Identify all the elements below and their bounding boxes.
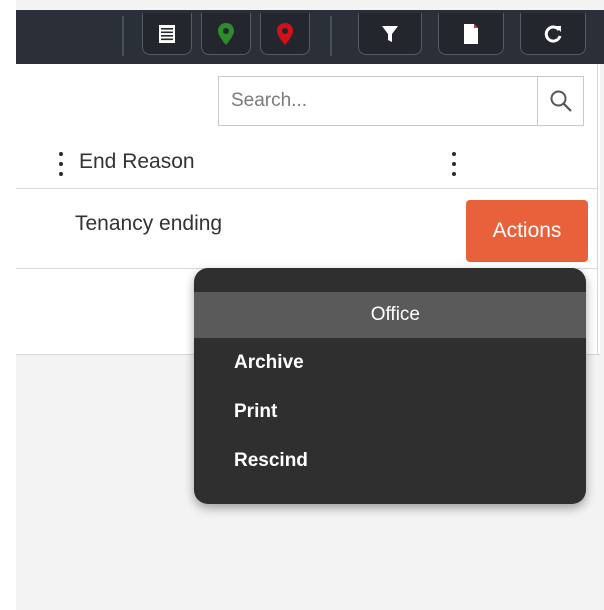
list-view-button[interactable] [142,13,192,55]
list-icon [159,24,175,43]
red-pin-button[interactable] [260,13,310,55]
menu-item-print[interactable]: Print [234,401,277,423]
toolbar-separator [122,16,124,56]
refresh-icon [544,25,562,43]
menu-group-header: Office [194,292,586,338]
refresh-button[interactable] [520,13,586,55]
document-button[interactable] [438,13,504,55]
search-button[interactable] [537,77,583,125]
green-map-pin-icon [218,22,234,45]
red-map-pin-icon [277,22,293,45]
search-box [218,76,584,126]
green-pin-button[interactable] [201,13,251,55]
actions-dropdown-menu: Office Archive Print Rescind [194,268,586,504]
top-toolbar [16,10,604,64]
toolbar-separator [330,16,332,56]
menu-item-rescind[interactable]: Rescind [234,450,308,472]
column-menu-icon[interactable] [58,152,64,176]
column-header-end-reason[interactable]: End Reason [79,150,195,174]
page-left-margin [0,0,16,610]
actions-button[interactable]: Actions [466,200,588,262]
filter-button[interactable] [358,13,422,55]
search-input[interactable] [219,77,537,125]
document-icon [464,23,478,44]
search-icon [550,90,572,112]
filter-icon [382,25,398,42]
end-reason-cell: Tenancy ending [75,212,223,235]
actions-column-menu-icon[interactable] [451,152,457,176]
menu-item-archive[interactable]: Archive [234,352,304,374]
